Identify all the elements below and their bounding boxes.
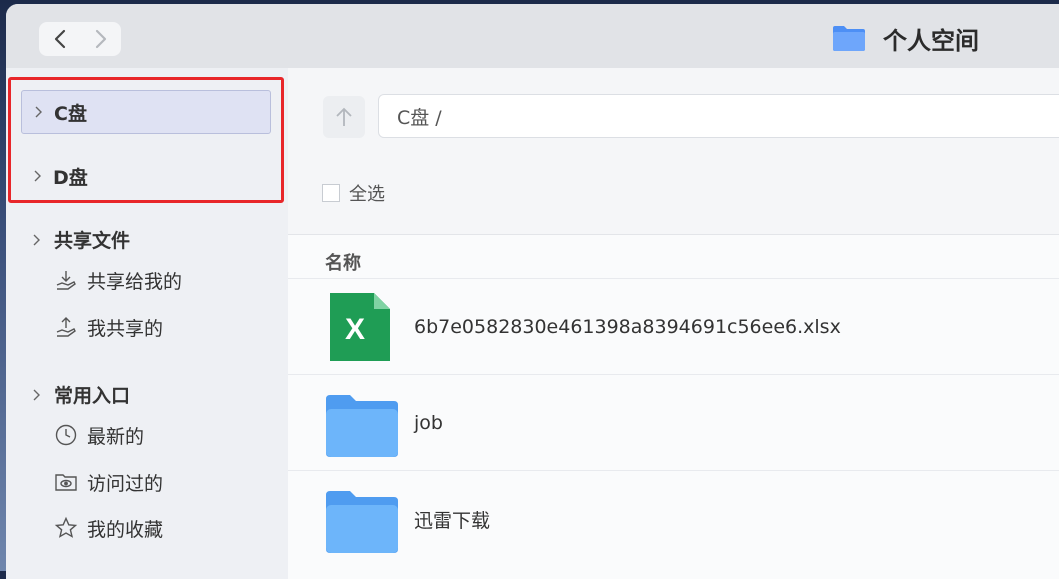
chevron-right-icon[interactable] bbox=[30, 234, 42, 246]
main-panel: C盘 / 全选 名称 X 6b7e0582830e461398a8394691c… bbox=[288, 68, 1059, 579]
select-all-checkbox[interactable] bbox=[322, 184, 340, 202]
window-title: 个人空间 bbox=[883, 26, 979, 55]
path-text: C盘 / bbox=[397, 106, 442, 129]
file-name: 6b7e0582830e461398a8394691c56ee6.xlsx bbox=[414, 316, 841, 338]
sidebar-item-label: 我的收藏 bbox=[87, 518, 164, 541]
folder-icon bbox=[326, 491, 398, 553]
column-header-name[interactable]: 名称 bbox=[325, 249, 361, 275]
file-name: job bbox=[414, 412, 443, 434]
file-manager-window: 个人空间 C盘 D盘 共享文件 共享给我的 我共享的 常用入口 最新的 访问过的… bbox=[6, 4, 1059, 579]
sidebar-item-recent[interactable]: 最新的 bbox=[54, 420, 144, 450]
star-icon bbox=[54, 516, 78, 538]
download-hand-icon bbox=[56, 271, 76, 290]
sidebar-item-label: 我共享的 bbox=[87, 317, 164, 340]
select-all[interactable]: 全选 bbox=[322, 180, 385, 206]
sidebar-item-label: 最新的 bbox=[87, 425, 145, 448]
file-list: 名称 X 6b7e0582830e461398a8394691c56ee6.xl… bbox=[288, 234, 1059, 579]
back-button[interactable] bbox=[39, 22, 80, 56]
eye-folder-icon bbox=[55, 474, 77, 491]
nav-buttons bbox=[39, 22, 121, 56]
section-label: 常用入口 bbox=[54, 385, 131, 407]
up-button[interactable] bbox=[323, 96, 365, 138]
sidebar-item-shared-with-me[interactable]: 共享给我的 bbox=[54, 265, 182, 295]
sidebar-section-common[interactable]: 常用入口 bbox=[30, 381, 130, 408]
sidebar-item-my-shares[interactable]: 我共享的 bbox=[54, 312, 163, 342]
drive-label: D盘 bbox=[53, 166, 88, 189]
arrow-up-icon bbox=[336, 107, 352, 126]
sidebar-item-d-drive[interactable]: D盘 bbox=[21, 154, 271, 198]
chevron-right-icon[interactable] bbox=[30, 389, 42, 401]
file-name: 迅雷下载 bbox=[414, 509, 491, 532]
sidebar-item-visited[interactable]: 访问过的 bbox=[54, 467, 163, 497]
chevron-right-icon bbox=[95, 29, 106, 49]
sidebar-item-favorites[interactable]: 我的收藏 bbox=[54, 513, 163, 543]
window-title-area: 个人空间 bbox=[831, 20, 979, 56]
select-all-label: 全选 bbox=[349, 184, 385, 205]
folder-icon bbox=[833, 26, 865, 51]
folder-icon bbox=[326, 395, 398, 457]
excel-file-icon: X bbox=[330, 293, 390, 361]
upload-hand-icon bbox=[56, 317, 76, 337]
file-row[interactable]: X 6b7e0582830e461398a8394691c56ee6.xlsx bbox=[288, 278, 1059, 375]
clock-icon bbox=[55, 424, 77, 446]
file-row[interactable]: job bbox=[288, 374, 1059, 471]
sidebar-item-label: 访问过的 bbox=[87, 472, 164, 495]
sidebar: C盘 D盘 共享文件 共享给我的 我共享的 常用入口 最新的 访问过的 我的收藏 bbox=[6, 68, 288, 579]
sidebar-section-shared[interactable]: 共享文件 bbox=[30, 226, 130, 253]
title-bar: 个人空间 bbox=[6, 4, 1059, 68]
svg-text:X: X bbox=[345, 313, 365, 346]
section-label: 共享文件 bbox=[54, 230, 131, 252]
file-row[interactable]: 迅雷下载 bbox=[288, 470, 1059, 567]
forward-button[interactable] bbox=[80, 22, 121, 56]
drive-label: C盘 bbox=[54, 102, 87, 125]
sidebar-item-c-drive[interactable]: C盘 bbox=[21, 90, 271, 134]
sidebar-item-label: 共享给我的 bbox=[87, 270, 183, 293]
chevron-left-icon bbox=[54, 29, 65, 49]
chevron-right-icon[interactable] bbox=[32, 106, 44, 118]
path-input[interactable]: C盘 / bbox=[378, 94, 1059, 138]
chevron-right-icon[interactable] bbox=[31, 170, 43, 182]
